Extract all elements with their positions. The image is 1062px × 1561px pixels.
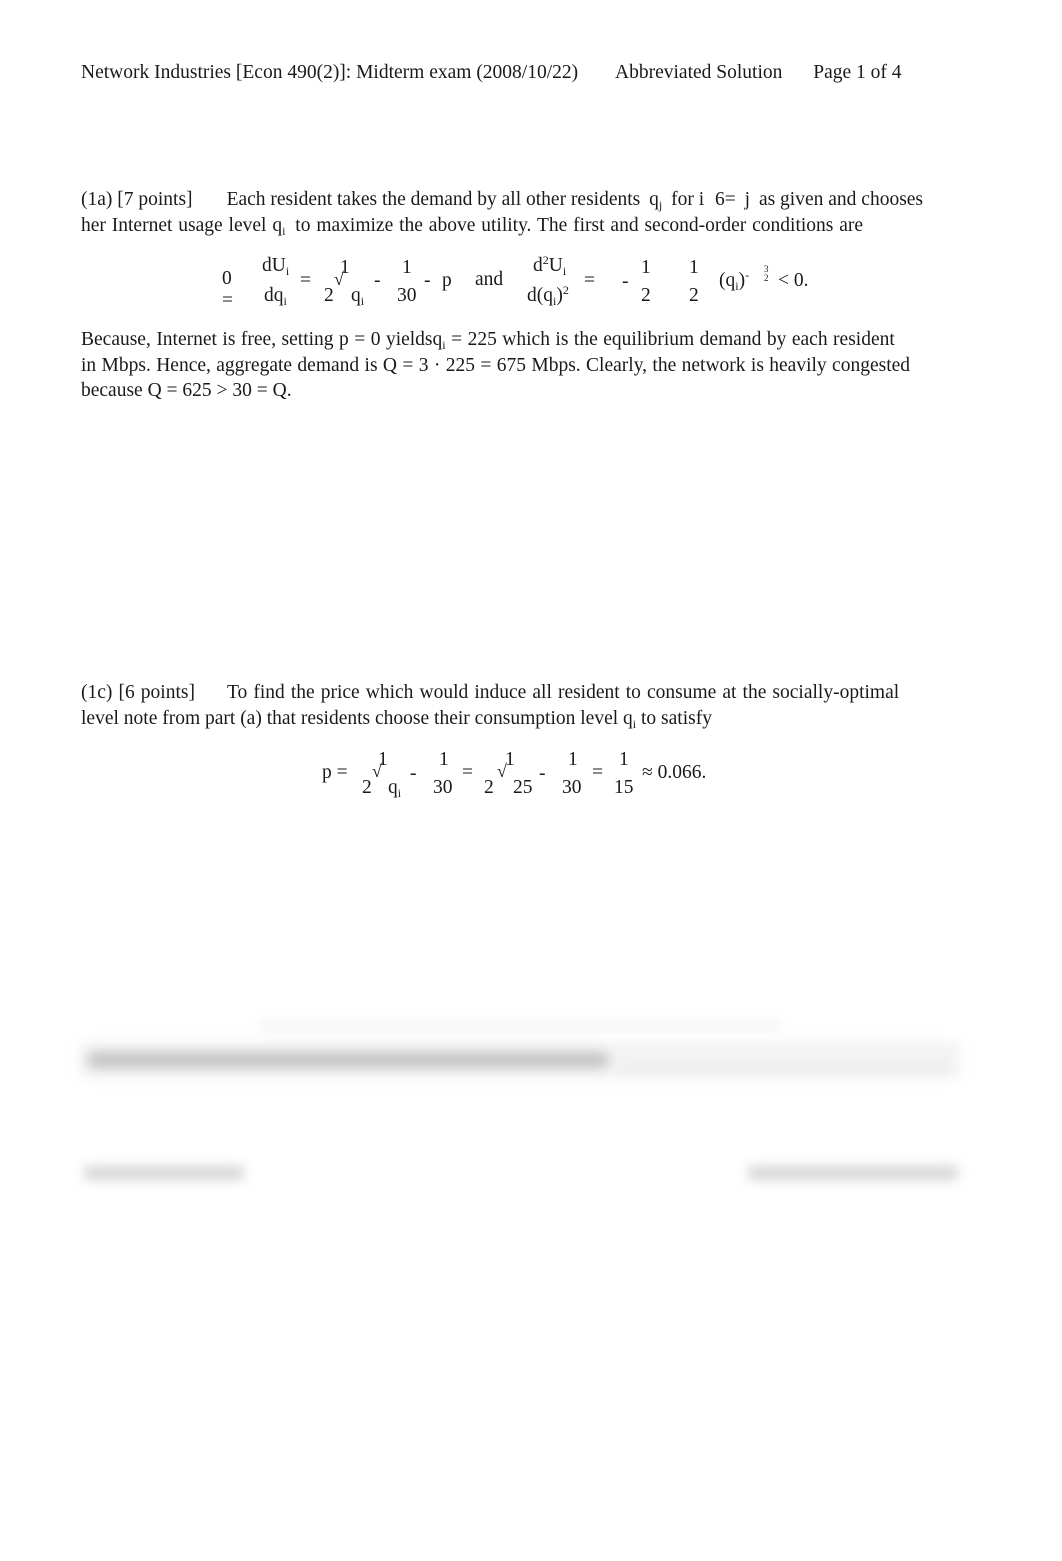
text-run: j bbox=[744, 189, 751, 210]
eq-text: 15 bbox=[614, 777, 634, 798]
eq-text: 30 bbox=[562, 777, 582, 798]
q-symbol: qj bbox=[649, 189, 663, 212]
second-derivative-den: d(qi)2 bbox=[527, 283, 569, 308]
eq-text: 2 bbox=[362, 777, 372, 798]
text-run: to satisfy bbox=[641, 707, 712, 729]
eq-text: = bbox=[300, 270, 311, 291]
text-run: To find the price which would induce all… bbox=[226, 682, 900, 703]
text-run: Because, Internet is free, setting p = 0… bbox=[81, 329, 433, 350]
text-run: Each resident takes the demand by all ot… bbox=[226, 189, 641, 210]
eq-text: 1 bbox=[619, 749, 629, 770]
blurred-text-block bbox=[80, 1042, 960, 1078]
eq-text: 1 bbox=[439, 749, 449, 770]
neq-symbol: 6= bbox=[715, 189, 736, 210]
text-run: Q = 3 · 225 = 675 Mbps. Clearly, the net… bbox=[382, 354, 911, 376]
eq-text: 25 bbox=[513, 777, 533, 798]
q-symbol: qi bbox=[388, 777, 402, 800]
eq-text: 30 bbox=[397, 285, 417, 306]
eq-text: - bbox=[410, 763, 417, 784]
exponent-three-halves: 32 bbox=[764, 264, 769, 283]
text-run: her Internet usage level bbox=[81, 214, 267, 236]
blurred-rule bbox=[260, 1024, 780, 1027]
part-1c-line-1: (1c) [6 points] To find the price which w… bbox=[81, 680, 964, 706]
sqrt-symbol: √ bbox=[372, 761, 382, 781]
conclusion-line-1: Because, Internet is free, setting p = 0… bbox=[81, 327, 964, 353]
eq-text: 1 bbox=[402, 257, 412, 278]
page-number: Page 1 of 4 bbox=[813, 62, 902, 83]
sqrt-symbol: √ bbox=[497, 761, 507, 781]
eq-text: = bbox=[592, 762, 603, 783]
eq-text: 0 = bbox=[222, 268, 233, 311]
eq-text: < 0. bbox=[778, 270, 809, 291]
text-run: to maximize the above utility. The first… bbox=[295, 214, 864, 236]
eq-text: 2 bbox=[484, 777, 494, 798]
part-1c-paragraph: (1c) [6 points] To find the price which w… bbox=[81, 680, 964, 731]
eq-text: p = bbox=[322, 762, 348, 783]
sqrt-symbol: √ bbox=[334, 269, 344, 289]
text-run: because Q = 625 > 30 = Q. bbox=[81, 380, 292, 401]
eq-text: = bbox=[462, 762, 473, 783]
exam-title: Network Industries [Econ 490(2)]: Midter… bbox=[81, 62, 579, 83]
eq-text: ≈ 0.066. bbox=[642, 762, 707, 783]
part-1c-label: (1c) [6 points] bbox=[81, 682, 195, 703]
eq-text: - bbox=[622, 271, 629, 292]
part-1c-line-2: level note from part (a) that residents … bbox=[81, 706, 964, 732]
q-symbol: qi bbox=[272, 214, 286, 238]
part-1a-conclusion: Because, Internet is free, setting p = 0… bbox=[81, 327, 964, 404]
conclusion-line-2: in Mbps. Hence, aggregate demand is Q = … bbox=[81, 353, 964, 379]
eq-text: 1 bbox=[568, 749, 578, 770]
eq-text: and bbox=[475, 269, 504, 290]
q-symbol: qi bbox=[623, 707, 637, 731]
q-symbol: qi bbox=[432, 329, 446, 352]
q-symbol: (qqi bbox=[351, 285, 365, 308]
part-1a-label: (1a) [7 points] bbox=[81, 189, 193, 210]
part-1a-line-2: her Internet usage level qi to maximize … bbox=[81, 213, 964, 239]
text-run: = 225 which is the equilibrium demand by… bbox=[451, 329, 895, 350]
text-run: in Mbps. Hence, aggregate demand is bbox=[81, 354, 378, 376]
qi-power: (qi)- bbox=[719, 268, 750, 293]
second-derivative-num: d2Ui bbox=[533, 253, 567, 278]
page-header: Network Industries [Econ 490(2)]: Midter… bbox=[81, 62, 902, 84]
eq-text: - bbox=[539, 763, 546, 784]
eq-text: - bbox=[424, 270, 431, 291]
conclusion-line-3: because Q = 625 > 30 = Q. bbox=[81, 378, 964, 404]
eq-text: 1 bbox=[641, 257, 651, 278]
text-run: level note from part (a) that residents … bbox=[81, 707, 619, 729]
blurred-footer-right bbox=[748, 1166, 958, 1180]
part-1a-paragraph: (1a) [7 points] Each resident takes the d… bbox=[81, 187, 964, 238]
blurred-footer-left bbox=[84, 1166, 244, 1180]
part-1a-line-1: (1a) [7 points] Each resident takes the d… bbox=[81, 187, 964, 213]
eq-text: 30 bbox=[433, 777, 453, 798]
eq-text: - bbox=[374, 270, 381, 291]
eq-text: 2 bbox=[689, 285, 699, 306]
eq-text: = bbox=[584, 270, 595, 291]
solution-label: Abbreviated Solution bbox=[615, 62, 783, 83]
eq-text: 1 bbox=[689, 257, 699, 278]
text-run: for i bbox=[671, 189, 705, 210]
text-run: as given and chooses bbox=[758, 189, 924, 210]
eq-text: p bbox=[442, 270, 452, 291]
eq-text: 2 bbox=[641, 285, 651, 306]
eq-text: 2 bbox=[324, 285, 334, 306]
